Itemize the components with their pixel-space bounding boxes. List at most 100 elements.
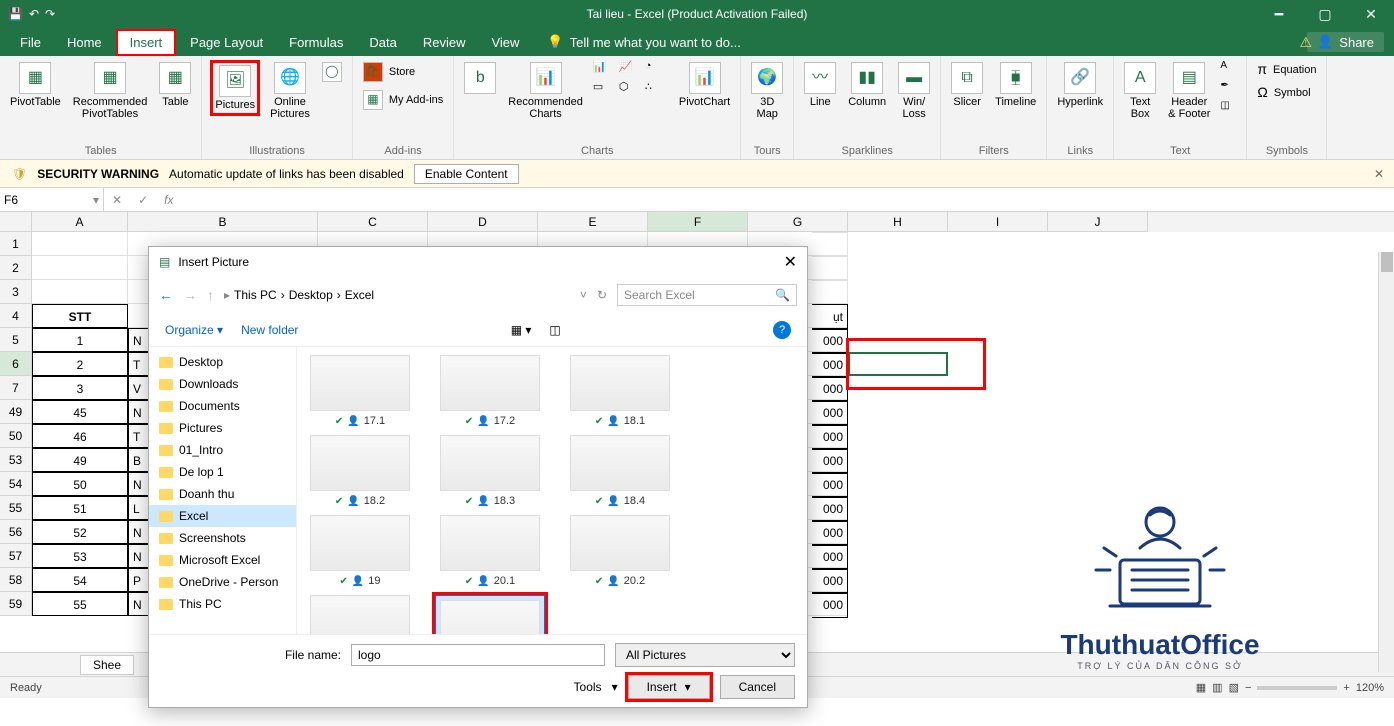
refresh-icon[interactable]: ↻ bbox=[597, 288, 607, 302]
undo-icon[interactable]: ↶ bbox=[29, 7, 39, 21]
close-button[interactable]: ✕ bbox=[1348, 0, 1394, 28]
table-button[interactable]: ▦Table bbox=[157, 60, 193, 110]
file-type-select[interactable]: All Pictures bbox=[615, 643, 795, 667]
cell[interactable]: 3 bbox=[32, 376, 128, 400]
cancel-button[interactable]: Cancel bbox=[720, 675, 795, 699]
sidebar-item[interactable]: Pictures bbox=[149, 417, 296, 439]
new-folder-button[interactable]: New folder bbox=[241, 323, 298, 337]
view-layout-icon[interactable]: ▥ bbox=[1212, 681, 1222, 694]
text-box-button[interactable]: AText Box bbox=[1122, 60, 1158, 122]
save-icon[interactable]: 💾 bbox=[8, 7, 23, 21]
name-box[interactable]: F6▾ bbox=[0, 188, 104, 211]
header-footer-button[interactable]: ▤Header & Footer bbox=[1166, 60, 1212, 122]
file-thumbnail[interactable]: ✔👤18.4 bbox=[565, 435, 675, 507]
cell[interactable]: 50 bbox=[32, 472, 128, 496]
signature-icon[interactable]: ✒ bbox=[1220, 80, 1238, 98]
cell[interactable]: 51 bbox=[32, 496, 128, 520]
pivottable-button[interactable]: ▦PivotTable bbox=[8, 60, 63, 110]
row-header[interactable]: 53 bbox=[0, 448, 32, 472]
row-header[interactable]: 58 bbox=[0, 568, 32, 592]
row-header[interactable]: 55 bbox=[0, 496, 32, 520]
redo-icon[interactable]: ↷ bbox=[45, 7, 55, 21]
help-icon[interactable]: ? bbox=[773, 321, 791, 339]
sheet-tab[interactable]: Shee bbox=[80, 655, 134, 675]
sidebar-item[interactable]: Documents bbox=[149, 395, 296, 417]
cell[interactable]: 2 bbox=[32, 352, 128, 376]
sidebar-item[interactable]: 01_Intro bbox=[149, 439, 296, 461]
view-mode-icon[interactable]: ▦ ▾ bbox=[511, 323, 532, 337]
tab-home[interactable]: Home bbox=[55, 31, 114, 54]
file-thumbnail[interactable]: ✔👤21.1 bbox=[305, 595, 415, 634]
file-thumbnail[interactable]: ✔👤17.1 bbox=[305, 355, 415, 427]
cell[interactable]: 52 bbox=[32, 520, 128, 544]
chart-type-icon[interactable]: ⬡ bbox=[619, 80, 641, 98]
chart-type-icon[interactable]: ◔ bbox=[645, 60, 667, 78]
fx-icon[interactable]: fx bbox=[156, 193, 181, 207]
share-button[interactable]: 👤 Share bbox=[1307, 32, 1384, 52]
sidebar-item[interactable]: This PC bbox=[149, 593, 296, 615]
file-thumbnail[interactable]: ✔👤17.2 bbox=[435, 355, 545, 427]
file-thumbnail[interactable]: ✔👤18.2 bbox=[305, 435, 415, 507]
sidebar-item[interactable]: OneDrive - Person bbox=[149, 571, 296, 593]
cell[interactable]: 55 bbox=[32, 592, 128, 616]
cell[interactable]: 46 bbox=[32, 424, 128, 448]
file-thumbnail[interactable]: ✔👤20.2 bbox=[565, 515, 675, 587]
file-thumbnail[interactable]: ✔👤20.1 bbox=[435, 515, 545, 587]
chart-type-icon[interactable]: 📈 bbox=[619, 60, 641, 78]
pivotchart-button[interactable]: 📊PivotChart bbox=[677, 60, 732, 110]
sparkline-line-button[interactable]: 〰Line bbox=[802, 60, 838, 110]
cell[interactable]: 000 bbox=[812, 568, 848, 594]
zoom-slider[interactable] bbox=[1257, 686, 1337, 690]
row-header[interactable]: 54 bbox=[0, 472, 32, 496]
tab-insert[interactable]: Insert bbox=[116, 29, 177, 56]
equation-button[interactable]: πEquation bbox=[1255, 60, 1318, 79]
bing-maps-button[interactable]: b bbox=[462, 60, 498, 96]
cell[interactable] bbox=[32, 256, 128, 280]
cell[interactable]: STT bbox=[32, 304, 128, 328]
cell[interactable]: 49 bbox=[32, 448, 128, 472]
minimize-button[interactable]: ━ bbox=[1256, 0, 1302, 28]
row-header[interactable]: 1 bbox=[0, 232, 32, 256]
cell[interactable] bbox=[812, 280, 848, 281]
cell[interactable] bbox=[812, 232, 848, 233]
dialog-search-input[interactable]: Search Excel🔍 bbox=[617, 284, 797, 306]
filename-input[interactable] bbox=[351, 644, 605, 666]
shapes-button[interactable]: ◯ bbox=[320, 60, 344, 84]
timeline-button[interactable]: ⧯Timeline bbox=[993, 60, 1038, 110]
cell[interactable]: 000 bbox=[812, 424, 848, 450]
formula-input[interactable] bbox=[181, 192, 1394, 207]
row-header[interactable]: 49 bbox=[0, 400, 32, 424]
recommended-pivottables-button[interactable]: ▦Recommended PivotTables bbox=[71, 60, 150, 122]
recommended-charts-button[interactable]: 📊Recommended Charts bbox=[506, 60, 585, 122]
tools-button[interactable]: Tools bbox=[574, 680, 602, 694]
maximize-button[interactable]: ▢ bbox=[1302, 0, 1348, 28]
cell[interactable]: 53 bbox=[32, 544, 128, 568]
object-icon[interactable]: ◫ bbox=[1220, 100, 1238, 118]
close-warning-icon[interactable]: ✕ bbox=[1374, 167, 1384, 181]
wordart-icon[interactable]: A bbox=[1220, 60, 1238, 78]
row-header[interactable]: 50 bbox=[0, 424, 32, 448]
enable-content-button[interactable]: Enable Content bbox=[414, 164, 519, 184]
cell[interactable]: 000 bbox=[812, 592, 848, 618]
tab-review[interactable]: Review bbox=[411, 31, 478, 54]
zoom-in-icon[interactable]: + bbox=[1343, 682, 1349, 694]
vertical-scrollbar[interactable] bbox=[1378, 252, 1394, 672]
row-header[interactable]: 56 bbox=[0, 520, 32, 544]
view-normal-icon[interactable]: ▦ bbox=[1196, 681, 1206, 694]
sidebar-item[interactable]: De lop 1 bbox=[149, 461, 296, 483]
row-header[interactable]: 2 bbox=[0, 256, 32, 280]
cell[interactable]: 000 bbox=[812, 328, 848, 354]
tab-formulas[interactable]: Formulas bbox=[277, 31, 355, 54]
row-header[interactable]: 57 bbox=[0, 544, 32, 568]
chart-type-icon[interactable]: ▭ bbox=[593, 80, 615, 98]
chart-type-icon[interactable]: 📊 bbox=[593, 60, 615, 78]
cell[interactable]: 54 bbox=[32, 568, 128, 592]
row-header[interactable]: 4 bbox=[0, 304, 32, 328]
cell[interactable]: 000 bbox=[812, 496, 848, 522]
online-pictures-button[interactable]: 🌐Online Pictures bbox=[268, 60, 312, 122]
sparkline-winloss-button[interactable]: ▬Win/ Loss bbox=[896, 60, 932, 122]
tell-me[interactable]: 💡 Tell me what you want to do... bbox=[547, 34, 740, 50]
insert-button[interactable]: Insert▾ bbox=[628, 675, 710, 699]
sparkline-column-button[interactable]: ▮▮Column bbox=[846, 60, 888, 110]
file-thumbnail[interactable]: ✔👤logo bbox=[435, 595, 545, 634]
